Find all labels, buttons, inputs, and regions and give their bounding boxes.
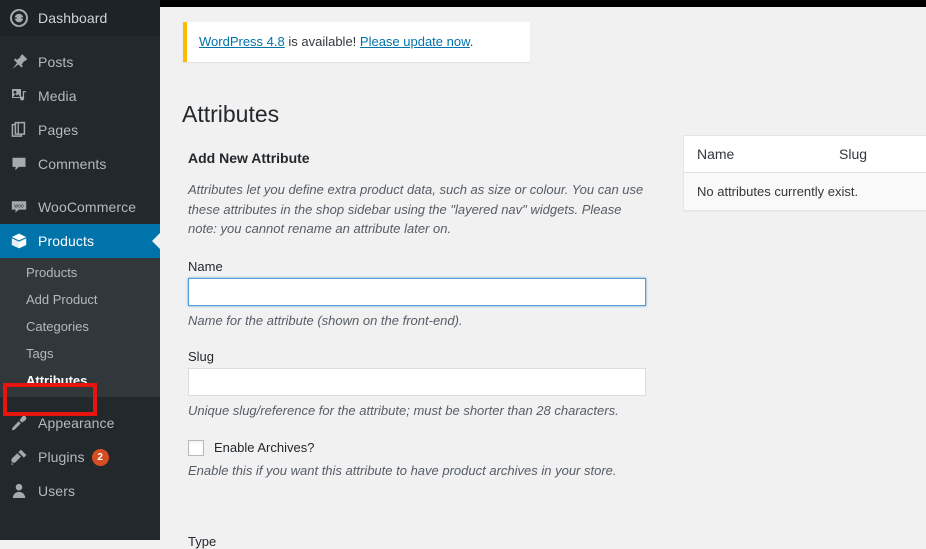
submenu-item-categories[interactable]: Categories <box>0 313 160 340</box>
form-intro-description: Attributes let you define extra product … <box>188 182 644 236</box>
slug-label: Slug <box>188 349 215 364</box>
plugins-update-badge: 2 <box>91 448 109 466</box>
products-submenu: Products Add Product Categories Tags Att… <box>0 258 160 397</box>
enable-archives-checkbox[interactable] <box>188 439 204 456</box>
sidebar-item-label: Media <box>38 88 77 104</box>
sidebar-item-appearance[interactable]: Appearance <box>0 406 160 440</box>
sidebar-item-label: Appearance <box>38 415 115 431</box>
form-heading: Add New Attribute <box>188 150 310 166</box>
submenu-item-products[interactable]: Products <box>0 259 160 286</box>
add-attribute-form: Add New Attribute Attributes let you def… <box>188 150 658 499</box>
media-icon <box>9 86 29 106</box>
sidebar-item-label: Users <box>38 483 76 499</box>
plugins-icon <box>9 447 29 467</box>
submenu-item-tags[interactable]: Tags <box>0 340 160 367</box>
woocommerce-icon: woo <box>9 197 29 217</box>
notice-end-text: . <box>469 34 474 49</box>
column-header-name[interactable]: Name <box>697 146 839 162</box>
attribute-slug-input[interactable] <box>188 368 646 396</box>
attributes-table: Name Slug No attributes currently exist. <box>683 135 926 211</box>
sidebar-item-media[interactable]: Media <box>0 79 160 113</box>
products-icon <box>9 231 29 251</box>
name-label: Name <box>188 258 223 274</box>
content-area: WordPress 4.8 is available! Please updat… <box>160 7 926 549</box>
sidebar-item-label: Products <box>38 233 95 249</box>
sidebar-item-posts[interactable]: Posts <box>0 45 160 79</box>
comment-icon <box>9 154 29 174</box>
dashboard-icon <box>9 8 29 28</box>
column-header-slug[interactable]: Slug <box>839 146 926 162</box>
name-description: Name for the attribute (shown on the fro… <box>188 312 463 328</box>
sidebar-item-plugins[interactable]: Plugins 2 <box>0 440 160 474</box>
sidebar-item-label: Pages <box>38 122 79 138</box>
update-now-link[interactable]: Please update now <box>360 34 470 49</box>
sidebar-separator <box>0 397 160 406</box>
update-notice: WordPress 4.8 is available! Please updat… <box>183 22 530 63</box>
sidebar-item-dashboard[interactable]: Dashboard <box>0 0 160 36</box>
submenu-item-attributes[interactable]: Attributes <box>0 367 160 394</box>
sidebar-item-label: WooCommerce <box>38 199 137 215</box>
sidebar-separator <box>0 181 160 190</box>
svg-text:woo: woo <box>14 203 24 209</box>
archives-description: Enable this if you want this attribute t… <box>188 462 617 478</box>
users-icon <box>9 481 29 501</box>
submenu-item-add-product[interactable]: Add Product <box>0 286 160 313</box>
enable-archives-row[interactable]: Enable Archives? <box>188 439 658 456</box>
attribute-name-input[interactable] <box>188 277 646 306</box>
pin-icon <box>9 52 29 72</box>
archives-field-group: Enable Archives? Enable this if you want… <box>188 439 658 481</box>
type-label: Type <box>188 534 217 549</box>
sidebar-item-label: Plugins <box>38 449 85 465</box>
sidebar-item-products[interactable]: Products <box>0 224 160 258</box>
pages-icon <box>9 120 29 140</box>
notice-middle-text: is available! <box>284 34 360 49</box>
sidebar-item-users[interactable]: Users <box>0 474 160 508</box>
slug-description: Unique slug/reference for the attribute;… <box>188 403 619 418</box>
wordpress-version-link[interactable]: WordPress 4.8 <box>199 34 285 49</box>
sidebar-item-comments[interactable]: Comments <box>0 147 160 181</box>
table-empty-row: No attributes currently exist. <box>684 173 926 210</box>
sidebar-item-pages[interactable]: Pages <box>0 113 160 147</box>
sidebar-item-label: Comments <box>38 156 107 172</box>
slug-field-group: Slug Unique slug/reference for the attri… <box>188 349 658 421</box>
table-header-row: Name Slug <box>684 136 926 173</box>
sidebar-item-label: Posts <box>38 54 74 70</box>
admin-sidebar: Dashboard Posts Media Pages Comments woo <box>0 0 160 540</box>
name-field-group: Name Name for the attribute (shown on th… <box>188 259 658 331</box>
enable-archives-label: Enable Archives? <box>214 440 315 455</box>
admin-bar-strip-right <box>160 0 926 7</box>
sidebar-item-woocommerce[interactable]: woo WooCommerce <box>0 190 160 224</box>
sidebar-item-label: Dashboard <box>38 10 108 26</box>
sidebar-separator <box>0 36 160 45</box>
appearance-icon <box>9 413 29 433</box>
page-title: Attributes <box>182 101 280 128</box>
